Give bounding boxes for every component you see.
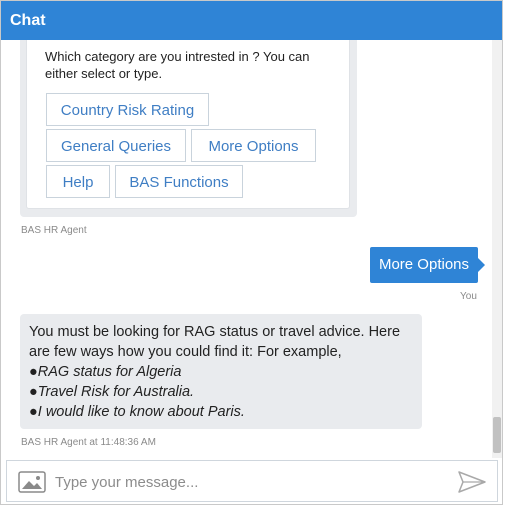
bot-card-bubble: Which category are you intrested in ? Yo… <box>20 40 357 217</box>
card-prompt: Which category are you intrested in ? Yo… <box>45 49 310 81</box>
bot-message-example: ●I would like to know about Paris. <box>29 404 245 420</box>
message-input[interactable] <box>55 468 445 496</box>
option-general-queries-button[interactable]: General Queries <box>46 129 186 162</box>
option-bas-functions-button[interactable]: BAS Functions <box>115 165 243 198</box>
chat-window: Chat Which category are you intrested in… <box>0 0 503 505</box>
option-help-button[interactable]: Help <box>46 165 110 198</box>
send-icon[interactable] <box>457 469 487 495</box>
card-sender-label: BAS HR Agent <box>21 225 87 236</box>
scrollbar-track[interactable] <box>492 40 502 458</box>
bot-message-line: are few ways how you could find it: For … <box>29 344 342 360</box>
user-message-bubble: More Options <box>370 247 485 283</box>
bot-message-example: ●Travel Risk for Australia. <box>29 384 195 400</box>
message-composer <box>6 460 498 502</box>
bot-message-example: ●RAG status for Algeria <box>29 364 182 380</box>
chat-title: Chat <box>10 12 46 29</box>
bot-message-line: You must be looking for RAG status or tr… <box>29 324 401 340</box>
message-list[interactable]: Which category are you intrested in ? Yo… <box>1 40 502 458</box>
bot-message-bubble: You must be looking for RAG status or tr… <box>20 314 422 429</box>
scrollbar-thumb[interactable] <box>493 417 501 453</box>
option-more-options-button[interactable]: More Options <box>191 129 316 162</box>
chat-header: Chat <box>1 1 502 40</box>
quick-reply-card: Which category are you intrested in ? Yo… <box>26 40 350 209</box>
user-sender-label: You <box>460 291 477 302</box>
user-message-text: More Options <box>378 256 470 273</box>
option-country-risk-rating-button[interactable]: Country Risk Rating <box>46 93 209 126</box>
image-icon[interactable] <box>18 471 46 493</box>
bot-message-text: You must be looking for RAG status or tr… <box>29 322 419 422</box>
bot-message-meta: BAS HR Agent at 11:48:36 AM <box>21 437 156 448</box>
